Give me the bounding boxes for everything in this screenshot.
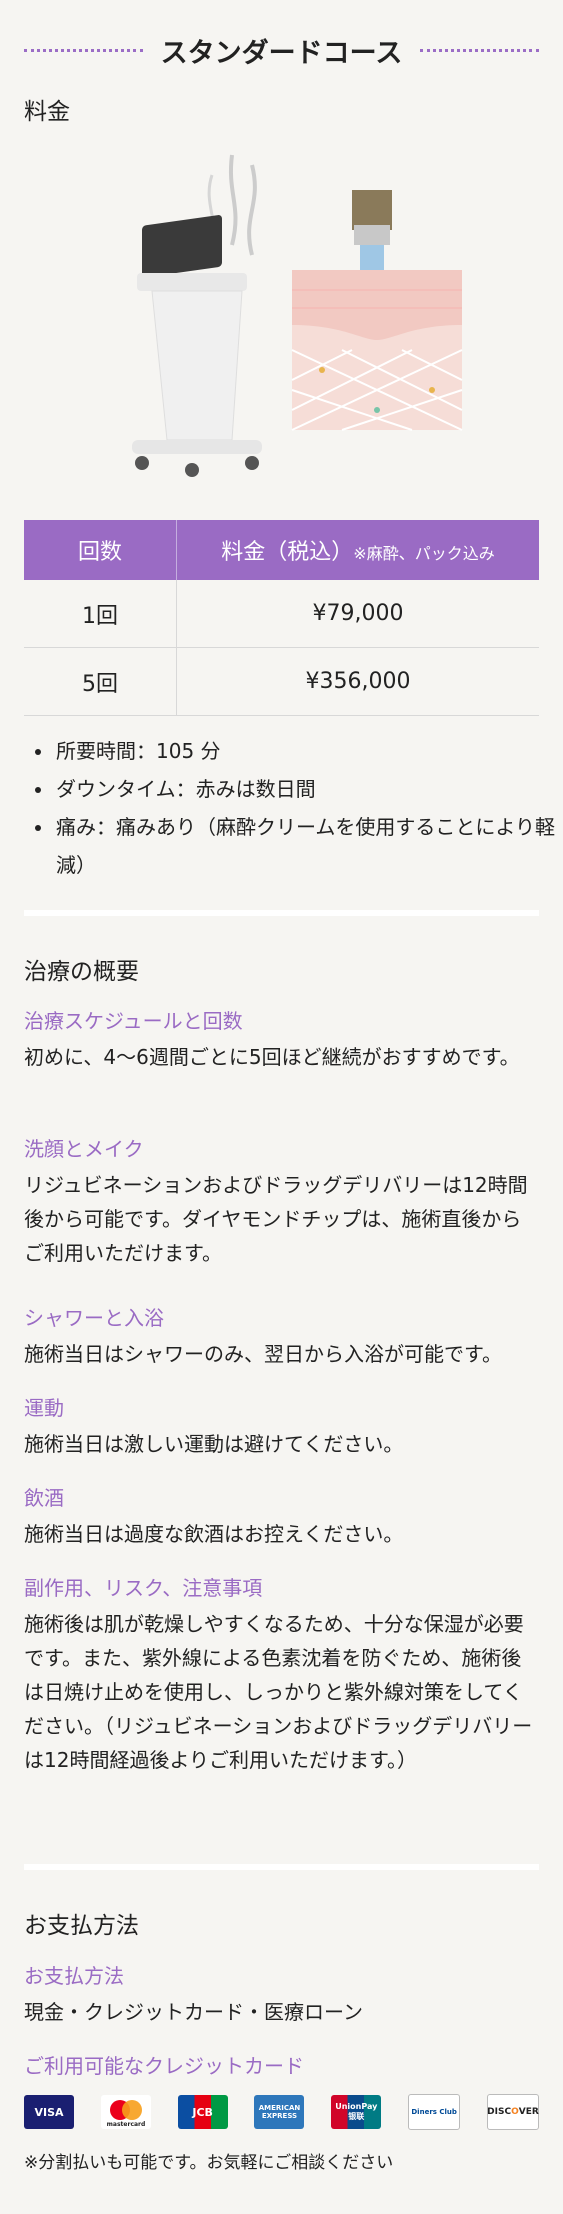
treatment-body: リジュビネーションおよびドラッグデリバリーは12時間後から可能です。ダイヤモンド… [24, 1173, 528, 1265]
payment-title: お支払方法 [24, 1913, 139, 1939]
dotted-line-left [24, 48, 143, 52]
table-row: 1回 ¥79,000 [24, 580, 539, 648]
treatment-heading: 洗顔とメイク [24, 1137, 144, 1161]
divider [24, 1864, 539, 1870]
course-header: スタンダードコース [24, 30, 539, 70]
treatment-body: 初めに、4〜6週間ごとに5回ほど継続がおすすめです。 [24, 1045, 520, 1069]
course-info-list: 所要時間：105 分 ダウンタイム：赤みは数日間 痛み：痛みあり（麻酔クリームを… [28, 732, 563, 884]
visa-logo: VISA [24, 2095, 74, 2129]
table-row: 5回 ¥356,000 [24, 647, 539, 716]
jcb-logo: JCB [177, 2095, 228, 2129]
row-price: ¥79,000 [176, 580, 539, 648]
credit-cards-heading: ご利用可能なクレジットカード [24, 2054, 304, 2078]
payment-note: ※分割払いも可能です。お気軽にご相談ください [24, 2153, 394, 2173]
diners-club-logo: Diners Club [408, 2094, 461, 2130]
product-images [24, 145, 539, 485]
unionpay-logo: UnionPay 银联 [331, 2095, 382, 2129]
device-image [132, 154, 262, 477]
amex-logo: AMERICAN EXPRESS [254, 2095, 305, 2129]
treatment-heading: 副作用、リスク、注意事項 [24, 1576, 263, 1600]
header-price-label: 料金（税込） [221, 540, 354, 565]
header-price-note: ※麻酔、パック込み [353, 544, 495, 563]
divider [24, 910, 539, 916]
list-item: 所要時間：105 分 [54, 732, 563, 770]
treatment-heading: 飲酒 [24, 1486, 64, 1510]
skin-diagram-image [291, 190, 463, 431]
page: スタンダードコース 料金 回数 料金（税込）※麻酔、パック込み 1回 ¥79,0… [0, 0, 563, 2214]
row-count: 1回 [24, 580, 177, 648]
price-table-header: 回数 料金（税込）※麻酔、パック込み [24, 520, 539, 580]
mastercard-logo: mastercard [100, 2095, 151, 2129]
treatment-heading: 治療スケジュールと回数 [24, 1009, 243, 1033]
payment-methods: 現金・クレジットカード・医療ローン [24, 2000, 363, 2024]
header-count: 回数 [24, 520, 177, 580]
treatment-heading: シャワーと入浴 [24, 1306, 164, 1330]
price-section-title: 料金 [24, 99, 70, 125]
payment-method-heading: お支払方法 [24, 1964, 124, 1988]
treatment-body: 施術当日は激しい運動は避けてください。 [24, 1432, 404, 1456]
list-item: ダウンタイム：赤みは数日間 [54, 770, 563, 808]
treatment-body: 施術後は肌が乾燥しやすくなるため、十分な保湿が必要です。また、紫外線による色素沈… [24, 1612, 533, 1772]
course-title: スタンダードコース [160, 37, 403, 69]
dotted-line-right [420, 48, 539, 52]
svg-text:mastercard: mastercard [107, 2121, 146, 2127]
treatment-title: 治療の概要 [24, 959, 139, 985]
row-count: 5回 [24, 647, 177, 716]
discover-logo: DISC O VER [486, 2094, 539, 2130]
credit-card-logos: VISA mastercard JCB AMERICAN EXPRESS Unio… [24, 2093, 539, 2131]
treatment-body: 施術当日はシャワーのみ、翌日から入浴が可能です。 [24, 1342, 502, 1366]
header-price: 料金（税込）※麻酔、パック込み [176, 520, 539, 580]
price-table: 回数 料金（税込）※麻酔、パック込み 1回 ¥79,000 5回 ¥356,00… [24, 520, 539, 716]
mastercard-circles: mastercard [107, 2100, 146, 2127]
treatment-body: 施術当日は過度な飲酒はお控えください。 [24, 1522, 404, 1546]
list-item: 痛み：痛みあり（麻酔クリームを使用することにより軽減） [54, 808, 563, 884]
row-price: ¥356,000 [176, 647, 539, 716]
treatment-heading: 運動 [24, 1396, 64, 1420]
